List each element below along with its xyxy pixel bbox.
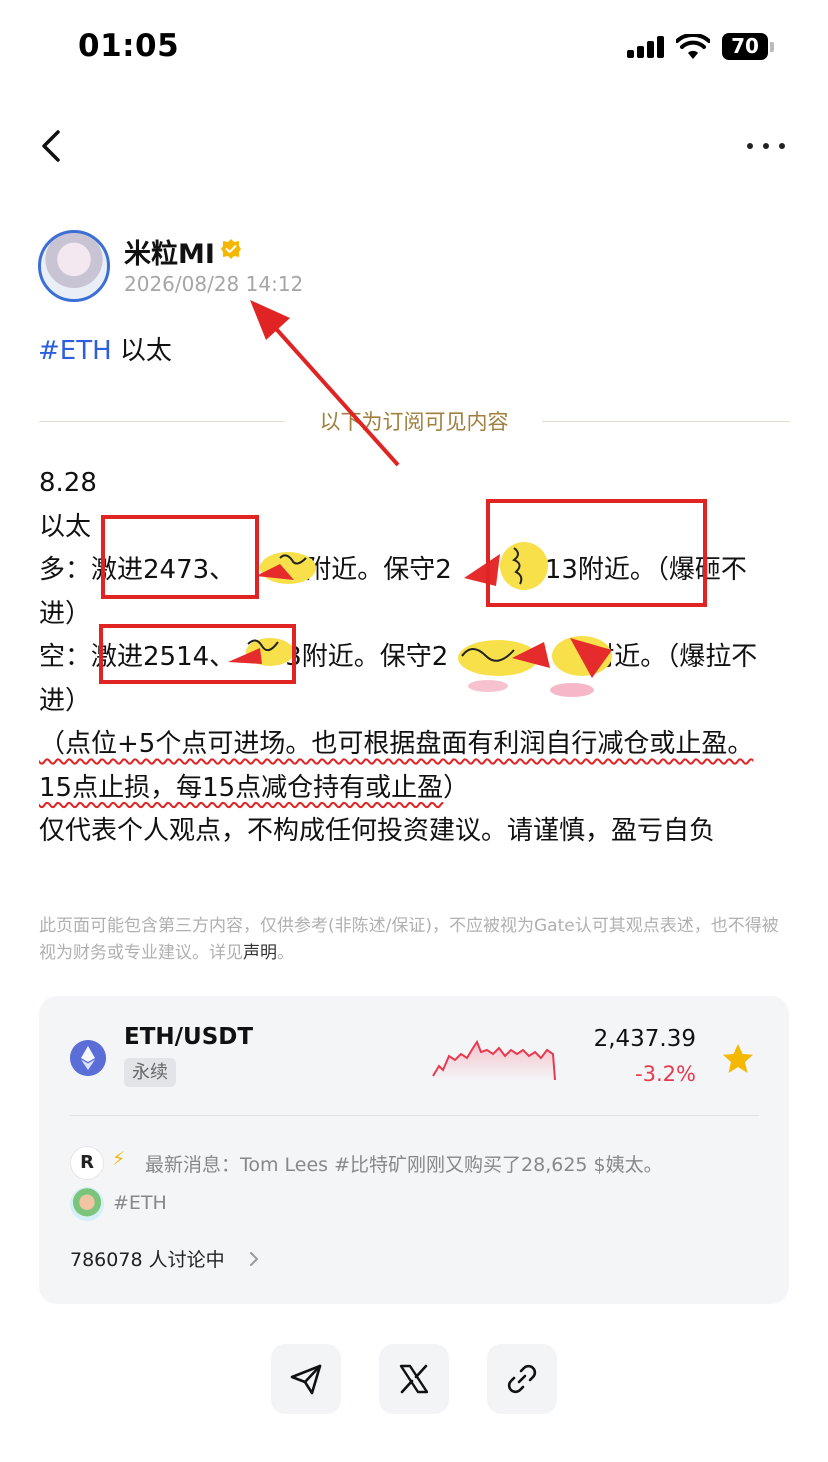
redaction-scribble — [464, 542, 548, 590]
card-divider — [70, 1115, 759, 1116]
news-row[interactable]: R ⚡ 最新消息：Tom Lees #比特矿刚刚又购买了28,625 $姨太。 — [70, 1146, 760, 1180]
post-body: 8.28 以太 多：激进2473、 附近。保守2 2413附近。（爆砸不进） 空：激… — [39, 462, 779, 854]
post-date: 8.28 — [39, 468, 97, 498]
contract-type-badge: 永续 — [124, 1058, 176, 1087]
short-mid: 3附近。保守2 — [285, 642, 449, 672]
price-sparkline — [432, 1039, 556, 1081]
third-party-disclaimer: 此页面可能包含第三方内容，仅供参考(非陈述/保证)，不应被视为Gate认可其观点… — [39, 913, 784, 967]
disclaimer-text: 此页面可能包含第三方内容，仅供参考(非陈述/保证)，不应被视为Gate认可其观点… — [39, 916, 779, 963]
topic-tag[interactable]: #ETH — [113, 1192, 167, 1214]
disclaimer-end: 。 — [277, 943, 294, 963]
eth-icon — [70, 1040, 106, 1076]
long-entry-line: 多：激进2473、 附近。保守2 2413附近。（爆砸不进） — [39, 549, 779, 636]
risk-note: （点位+5个点可进场。也可根据盘面有利润自行减仓或止盈。15点止损，每15点减仓… — [39, 723, 779, 810]
long-mid: 附近。保守2 — [305, 555, 452, 585]
long-aggressive: 激进2473、 — [91, 555, 236, 585]
risk-note-close: ） — [443, 772, 470, 803]
copy-link-button[interactable] — [487, 1344, 557, 1414]
annotation-arrow-shaft — [268, 320, 400, 467]
topic-avatar — [70, 1187, 104, 1221]
statement-link[interactable]: 声明 — [243, 943, 277, 963]
news-headline[interactable]: 最新消息：Tom Lees #比特矿刚刚又购买了28,625 $姨太。 — [145, 1150, 663, 1177]
post-asset: 以太 — [39, 511, 92, 542]
price-change: -3.2% — [635, 1062, 696, 1086]
chevron-left-icon[interactable] — [32, 122, 72, 170]
avatar[interactable] — [38, 230, 110, 302]
send-icon — [290, 1364, 322, 1395]
battery-indicator: 70 — [722, 33, 768, 60]
link-icon — [507, 1364, 537, 1394]
short-entry-line: 空：激进2514、 3附近。保守2 附近。（爆拉不进） — [39, 636, 779, 723]
topic-label: 以太 — [119, 336, 172, 366]
trading-pair[interactable]: ETH/USDT — [124, 1024, 253, 1050]
subscriber-divider-label: 以下为订阅可见内容 — [319, 410, 509, 434]
post-timestamp: 2026/08/28 14:12 — [124, 272, 304, 296]
status-time: 01:05 — [78, 28, 180, 64]
wifi-icon — [676, 34, 710, 59]
verified-badge-icon — [221, 239, 241, 259]
chevron-right-icon[interactable] — [248, 1250, 260, 1268]
short-prefix: 空： — [39, 642, 92, 672]
discussion-count[interactable]: 786078 人讨论中 — [70, 1245, 225, 1272]
risk-note-underlined: （点位+5个点可进场。也可根据盘面有利润自行减仓或止盈。15点止损，每15点减仓… — [39, 729, 754, 803]
status-bar: 01:05 70 — [0, 0, 828, 95]
redaction-scribble — [458, 636, 612, 697]
cellular-signal-icon — [627, 36, 667, 58]
author-name[interactable]: 米粒MI — [124, 232, 215, 271]
redaction-scribble — [256, 552, 316, 584]
x-logo-icon — [399, 1364, 429, 1394]
lightning-icon: ⚡ — [112, 1148, 126, 1170]
battery-tip — [770, 42, 774, 52]
personal-opinion-note: 仅代表个人观点，不构成任何投资建议。请谨慎，盈亏自负 — [39, 816, 716, 846]
long-prefix: 多： — [39, 555, 92, 585]
more-horizontal-icon[interactable] — [740, 128, 792, 164]
share-x-button[interactable] — [379, 1344, 449, 1414]
redaction-scribble — [228, 638, 294, 666]
annotation-arrow-head — [250, 300, 290, 340]
star-icon[interactable] — [721, 1042, 755, 1076]
news-source-logo: R — [70, 1146, 104, 1180]
market-card[interactable]: ETH/USDT 永续 2,437.39 -3.2% R ⚡ 最新消息：Tom … — [39, 996, 789, 1304]
short-aggressive: 激进2514、 — [91, 642, 236, 672]
last-price: 2,437.39 — [593, 1026, 696, 1052]
hashtag-link[interactable]: #ETH — [38, 336, 112, 366]
post-tags: #ETH 以太 — [38, 330, 172, 367]
share-telegram-button[interactable] — [271, 1344, 341, 1414]
